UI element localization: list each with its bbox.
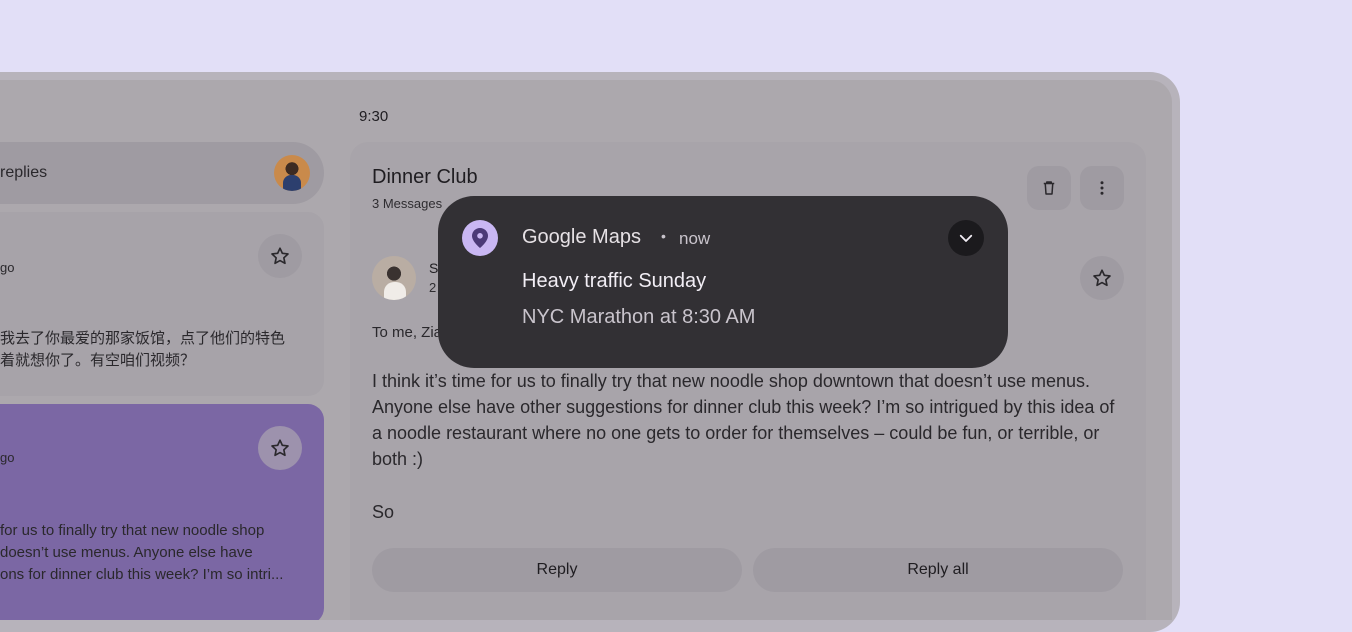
star-button[interactable] [258,234,302,278]
app-icon [462,220,498,256]
sender-avatar [372,256,416,300]
chevron-down-icon [959,234,973,242]
list-item-time: go [0,260,15,275]
search-bar[interactable]: replies [0,142,324,204]
notification-title: Heavy traffic Sunday [522,270,707,292]
list-item-selected[interactable]: go for us to finally try that new noodle… [0,404,324,620]
notification-card[interactable]: Google Maps • now Heavy traffic Sunday N… [438,196,1008,368]
list-item-preview: 我去了你最爱的那家饭馆，点了他们的特色 着就想你了。有空咱们视频？ [0,330,286,369]
message-count: 3 Messages [372,196,443,211]
search-text: replies [0,164,48,181]
reply-button[interactable]: Reply [372,548,742,592]
trash-icon [1043,181,1055,195]
notification-time: now [679,229,711,248]
more-options-button[interactable] [1080,166,1124,210]
reply-all-button[interactable]: Reply all [753,548,1123,592]
list-item-time: go [0,450,15,465]
expand-button[interactable] [948,220,984,256]
separator-dot: • [661,228,666,244]
star-icon [271,247,289,265]
account-avatar[interactable] [274,155,310,191]
notification-app-name: Google Maps [522,226,641,248]
list-item[interactable]: go 我去了你最爱的那家饭馆，点了他们的特色 着就想你了。有空咱们视频？ [0,212,324,396]
status-bar-time: 9:30 [359,108,389,125]
more-vert-icon [1100,181,1104,195]
sender-date: 2 [429,280,437,295]
star-icon [1093,269,1111,287]
email-subject: Dinner Club [372,166,478,188]
delete-button[interactable] [1027,166,1071,210]
sender-name: S [429,260,439,276]
email-signoff: So [372,502,395,522]
map-pin-icon [472,228,488,248]
notification-text: NYC Marathon at 8:30 AM [522,306,756,328]
star-icon [271,439,289,457]
star-button[interactable] [258,426,302,470]
recipients-line: To me, Zia [372,324,443,341]
star-button[interactable] [1080,256,1124,300]
email-body: I think it’s time for us to finally try … [372,371,1115,469]
list-item-preview: for us to finally try that new noodle sh… [0,522,284,583]
